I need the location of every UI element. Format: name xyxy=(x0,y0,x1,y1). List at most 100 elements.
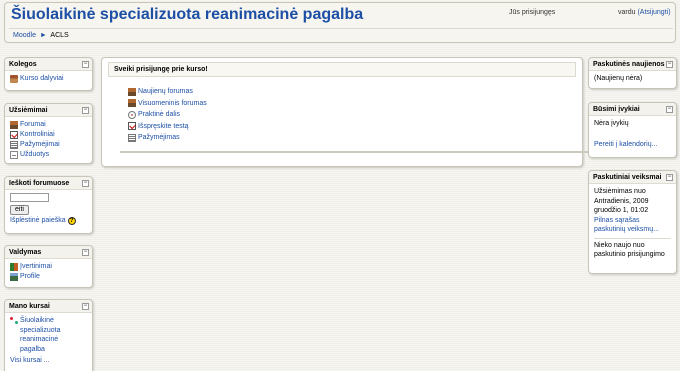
activity-label[interactable]: Kontroliniai xyxy=(20,130,55,140)
public-forum-link[interactable]: Visuomeninis forumas xyxy=(128,98,658,110)
breadcrumb-home[interactable]: Moodle xyxy=(13,32,36,39)
block-title: Paskutinės naujienos − xyxy=(589,58,676,71)
activity-label[interactable]: Išspręskite testą xyxy=(138,123,189,130)
block-title-text: Valdymas xyxy=(9,249,42,256)
section-content: Naujienų forumas Visuomeninis forumas Pr… xyxy=(120,86,658,144)
block-title: Mano kursai − xyxy=(5,300,92,313)
certificate-link[interactable]: Pažymėjimas xyxy=(128,132,658,144)
grades-book-icon xyxy=(10,263,18,271)
block-title: Užsiėmimai − xyxy=(5,104,92,117)
block-valdymas: Valdymas − Įvertinimai Profile xyxy=(4,245,93,288)
block-title: Kolegos − xyxy=(5,58,92,71)
course-name-line: pagalba xyxy=(20,345,45,353)
block-recent-activity: Paskutiniai veiksmai − Užsiėmimas nuo An… xyxy=(588,170,677,274)
activity-label[interactable]: Forumai xyxy=(20,120,46,130)
block-uzsiemimai: Užsiėmimai − Forumai Kontroliniai Pažymė… xyxy=(4,103,93,164)
participants-label[interactable]: Kurso dalyviai xyxy=(20,74,64,84)
course-link[interactable]: Šiuolaikinė specializuota reanimacinė pa… xyxy=(10,316,87,354)
profile-label[interactable]: Profile xyxy=(20,272,40,282)
advanced-search-row: Išplėstinė paieška ? xyxy=(10,216,87,226)
section-title: Sveiki prisijungę prie kurso! xyxy=(108,62,576,77)
no-news-text: (Naujienų nėra) xyxy=(594,75,643,82)
activity-label[interactable]: Pažymėjimai xyxy=(20,140,60,150)
take-quiz-link[interactable]: Išspręskite testą xyxy=(128,121,658,133)
logout-link[interactable]: (Atsijungti) xyxy=(637,9,670,16)
collapse-icon[interactable]: − xyxy=(82,303,89,310)
forum-icon xyxy=(128,99,136,108)
block-title-text: Paskutinės naujienos xyxy=(593,61,665,68)
advanced-search-link[interactable]: Išplėstinė paieška xyxy=(10,216,66,226)
block-title: Paskutiniai veiksmai − xyxy=(589,171,676,184)
calendar-link[interactable]: Pereiti į kalendorių... xyxy=(594,140,671,150)
course-name-line: Šiuolaikinė xyxy=(20,317,54,324)
help-icon[interactable]: ? xyxy=(67,217,76,225)
block-title-text: Mano kursai xyxy=(9,303,50,310)
block-title-text: Kolegos xyxy=(9,61,37,68)
activity-quizzes[interactable]: Kontroliniai xyxy=(10,130,87,140)
activity-forums[interactable]: Forumai xyxy=(10,120,87,130)
activity-label[interactable]: Naujienų forumas xyxy=(138,88,193,95)
participants-link[interactable]: Kurso dalyviai xyxy=(10,74,87,84)
course-welcome-section: Sveiki prisijungę prie kurso! Naujienų f… xyxy=(101,57,658,167)
collapse-icon[interactable]: − xyxy=(82,107,89,114)
breadcrumb-current: ACLS xyxy=(50,32,69,39)
breadcrumb-separator: ► xyxy=(39,32,47,39)
all-courses-link[interactable]: Visi kursai ... xyxy=(10,356,87,366)
nothing-new-text: Nieko naujo nuo paskutinio prisijungimo xyxy=(594,237,671,260)
nothing-new-line: paskutinio prisijungimo xyxy=(594,251,665,258)
report-link-line: paskutinių veiksmų... xyxy=(594,226,659,233)
forum-search-input[interactable] xyxy=(10,193,49,202)
user-name[interactable]: vardu xyxy=(618,9,636,16)
block-title: Būsimi įvykiai − xyxy=(589,103,676,116)
practical-part-link[interactable]: Praktinė dalis xyxy=(128,109,658,121)
activity-since-line: gruodžio 1, 01:02 xyxy=(594,207,649,214)
search-go-button[interactable]: eiti xyxy=(10,205,29,215)
login-status: Jūs prisijungęs xyxy=(509,9,556,16)
block-search-forums: Ieškoti forumuose − eiti Išplėstinė paie… xyxy=(4,176,93,234)
collapse-icon[interactable]: − xyxy=(82,180,89,187)
page-header: Šiuolaikinė specializuota reanimacinė pa… xyxy=(4,2,676,43)
activity-label[interactable]: Visuomeninis forumas xyxy=(138,100,207,107)
block-title-text: Užsiėmimai xyxy=(9,107,48,114)
activity-since: Užsiėmimas nuo Antradienis, 2009 gruodži… xyxy=(594,187,671,216)
grades-icon xyxy=(10,141,18,149)
activity-assignments[interactable]: Užduotys xyxy=(10,150,87,160)
profile-link[interactable]: Profile xyxy=(10,272,87,282)
collapse-icon[interactable]: − xyxy=(666,61,673,68)
forum-icon xyxy=(10,121,18,129)
course-name[interactable]: Šiuolaikinė specializuota reanimacinė pa… xyxy=(20,316,60,354)
news-forum-link[interactable]: Naujienų forumas xyxy=(128,86,658,98)
block-title-text: Būsimi įvykiai xyxy=(593,106,640,113)
collapse-icon[interactable]: − xyxy=(82,61,89,68)
assignment-icon xyxy=(10,151,18,159)
user-icon xyxy=(10,273,18,281)
course-name-line: reanimacinė xyxy=(20,336,59,343)
grades-link[interactable]: Įvertinimai xyxy=(10,262,87,272)
block-title-text: Paskutiniai veiksmai xyxy=(593,174,662,181)
grades-label[interactable]: Įvertinimai xyxy=(20,262,52,272)
resource-icon xyxy=(128,110,136,119)
activity-since-line: Užsiėmimas nuo xyxy=(594,188,646,195)
activity-label[interactable]: Pažymėjimas xyxy=(138,134,180,141)
collapse-icon[interactable]: − xyxy=(666,174,673,181)
activity-label[interactable]: Užduotys xyxy=(20,150,49,160)
forum-icon xyxy=(128,87,136,96)
course-icon xyxy=(10,317,18,325)
block-kolegos: Kolegos − Kurso dalyviai xyxy=(4,57,93,91)
block-title: Ieškoti forumuose − xyxy=(5,177,92,190)
activity-certificates[interactable]: Pažymėjimai xyxy=(10,140,87,150)
activity-label[interactable]: Praktinė dalis xyxy=(138,111,180,118)
user-info: vardu (Atsijungti) xyxy=(618,9,671,16)
collapse-icon[interactable]: − xyxy=(666,106,673,113)
report-link-line: Pilnas sąrašas xyxy=(594,216,640,224)
site-title[interactable]: Šiuolaikinė specializuota reanimacinė pa… xyxy=(11,6,363,24)
block-upcoming-events: Būsimi įvykiai − Nėra įvykių Pereiti į k… xyxy=(588,102,677,158)
block-title-text: Ieškoti forumuose xyxy=(9,180,70,187)
activity-since-line: Antradienis, 2009 xyxy=(594,197,649,205)
full-activity-report-link[interactable]: Pilnas sąrašas paskutinių veiksmų... xyxy=(594,216,671,235)
collapse-icon[interactable]: − xyxy=(82,249,89,256)
no-events-text: Nėra įvykių xyxy=(594,120,629,127)
nothing-new-line: Nieko naujo nuo xyxy=(594,241,645,249)
quiz-icon xyxy=(128,122,136,131)
block-title: Valdymas − xyxy=(5,246,92,259)
